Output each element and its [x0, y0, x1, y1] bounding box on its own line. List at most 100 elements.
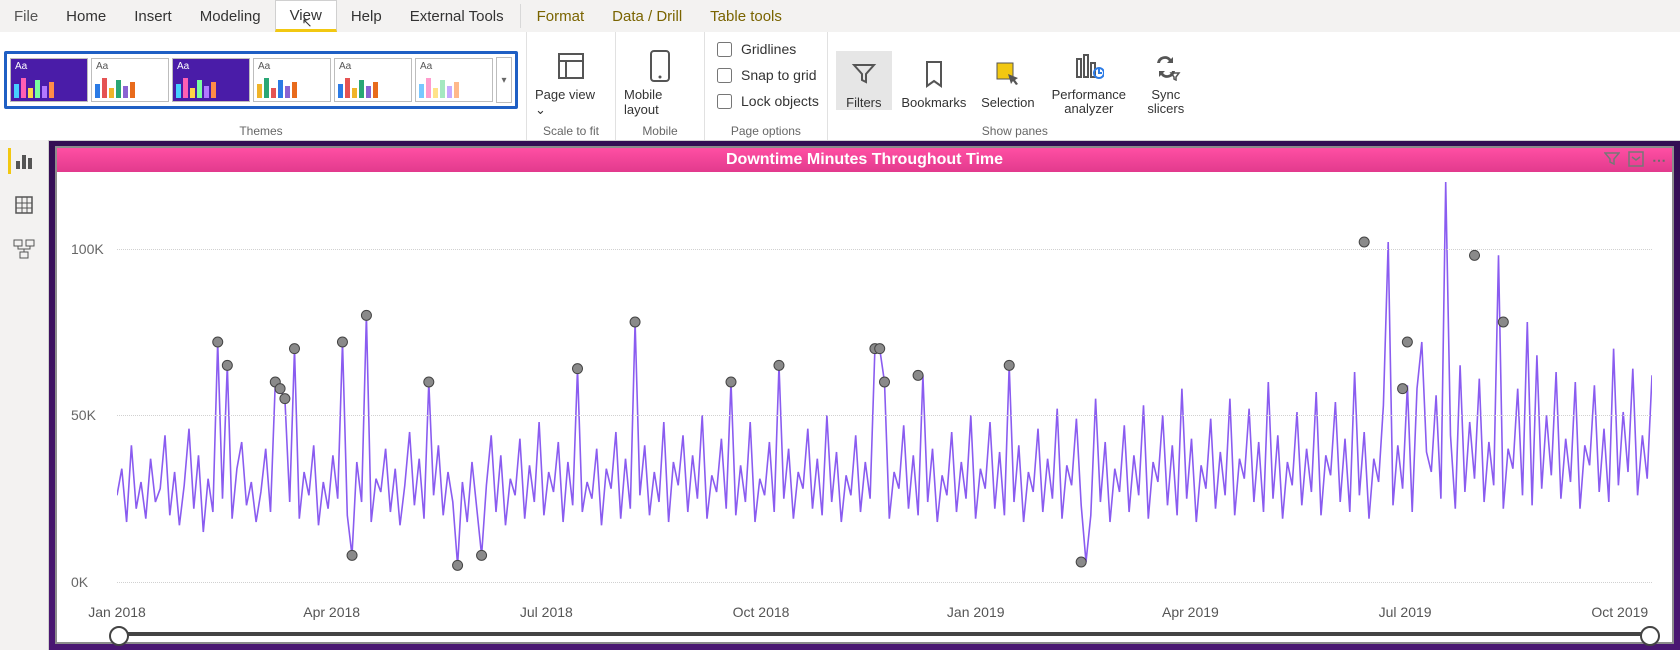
plot-area: 0K 50K 100K Jan 2018 Apr 2018 Jul 2018 Oct 201…	[57, 172, 1672, 642]
theme-bars-icon	[95, 76, 165, 98]
sync-slicers-button[interactable]: Sync slicers	[1138, 44, 1194, 117]
menu-help[interactable]: Help	[337, 0, 396, 32]
theme-tile-aa: Aa	[15, 61, 27, 72]
slider-knob-left[interactable]	[109, 626, 129, 646]
theme-tile-1[interactable]: Aa	[10, 58, 88, 102]
table-icon	[14, 195, 34, 215]
gridlines-label: Gridlines	[741, 41, 796, 57]
ribbon-group-mobile: Mobile layout Mobile	[616, 32, 705, 140]
x-tick-label: Jul 2018	[520, 604, 573, 620]
gridlines-checkbox[interactable]: Gridlines	[713, 36, 796, 62]
gridline	[117, 582, 1652, 583]
page-view-label: Page view ⌄	[535, 87, 607, 118]
menu-format[interactable]: Format	[523, 0, 599, 32]
theme-tile-aa: Aa	[258, 61, 270, 72]
themes-gallery: Aa Aa Aa Aa	[4, 51, 518, 109]
filter-icon	[851, 55, 877, 93]
model-icon	[13, 239, 35, 259]
gridline	[117, 249, 1652, 250]
y-tick-label: 50K	[71, 407, 96, 423]
x-tick-label: Jan 2019	[947, 604, 1005, 620]
menu-separator	[520, 4, 521, 28]
selection-label: Selection	[981, 95, 1034, 110]
theme-tile-3[interactable]: Aa	[172, 58, 250, 102]
theme-bars-icon	[419, 76, 489, 98]
report-view-button[interactable]	[8, 148, 37, 174]
menu-data-drill[interactable]: Data / Drill	[598, 0, 696, 32]
menu-modeling[interactable]: Modeling	[186, 0, 275, 32]
performance-analyzer-button[interactable]: Performance analyzer	[1046, 44, 1132, 117]
x-tick-label: Apr 2018	[303, 604, 360, 620]
snap-to-grid-checkbox[interactable]: Snap to grid	[713, 62, 817, 88]
menu-table-tools[interactable]: Table tools	[696, 0, 796, 32]
y-tick-label: 100K	[71, 241, 104, 257]
filters-label: Filters	[846, 95, 881, 110]
lock-objects-checkbox[interactable]: Lock objects	[713, 88, 819, 114]
menu-file[interactable]: File	[0, 0, 52, 32]
menu-home[interactable]: Home	[52, 0, 120, 32]
page-view-button[interactable]: Page view ⌄	[535, 43, 607, 118]
ribbon: Aa Aa Aa Aa	[0, 32, 1680, 141]
themes-dropdown[interactable]: ▾	[496, 57, 512, 103]
selection-pane-button[interactable]: Selection	[976, 51, 1040, 110]
x-tick-label: Apr 2019	[1162, 604, 1219, 620]
menu-external-tools[interactable]: External Tools	[396, 0, 518, 32]
ribbon-label-mobile: Mobile	[624, 124, 696, 138]
theme-tile-aa: Aa	[177, 61, 189, 72]
theme-tile-2[interactable]: Aa	[91, 58, 169, 102]
y-tick-label: 0K	[71, 574, 88, 590]
theme-bars-icon	[338, 76, 408, 98]
visual-header-tools: ⋯	[1604, 148, 1668, 172]
left-rail	[0, 140, 49, 650]
theme-tile-4[interactable]: Aa	[253, 58, 331, 102]
x-tick-label: Oct 2019	[1591, 604, 1648, 620]
line-chart-visual[interactable]: Downtime Minutes Throughout Time ⋯ 0K 50K…	[55, 146, 1674, 644]
ribbon-label-showpanes: Show panes	[836, 124, 1194, 138]
menu-view[interactable]: View ↖	[275, 0, 337, 32]
report-canvas[interactable]: Downtime Minutes Throughout Time ⋯ 0K 50K…	[49, 140, 1680, 650]
ribbon-group-page-options: Gridlines Snap to grid Lock objects Page…	[705, 32, 828, 140]
model-view-button[interactable]	[11, 236, 37, 262]
workspace: Downtime Minutes Throughout Time ⋯ 0K 50K…	[0, 140, 1680, 650]
ribbon-group-show-panes: Filters Bookmarks Selection Performance …	[828, 32, 1202, 140]
snap-label: Snap to grid	[741, 67, 817, 83]
visual-header: Downtime Minutes Throughout Time ⋯	[57, 148, 1672, 172]
theme-bars-icon	[257, 76, 327, 98]
selection-icon	[994, 55, 1022, 93]
performance-label: Performance analyzer	[1046, 88, 1132, 117]
visual-focus-icon[interactable]	[1628, 151, 1644, 170]
ribbon-label-scale: Scale to fit	[535, 124, 607, 138]
filters-pane-button[interactable]: Filters	[836, 51, 892, 110]
visual-filter-icon[interactable]	[1604, 151, 1620, 170]
x-tick-label: Jan 2018	[88, 604, 146, 620]
theme-tile-5[interactable]: Aa	[334, 58, 412, 102]
ribbon-label-themes: Themes	[4, 124, 518, 138]
visual-title: Downtime Minutes Throughout Time	[726, 151, 1003, 169]
theme-tile-6[interactable]: Aa	[415, 58, 493, 102]
menubar: File Home Insert Modeling View ↖ Help Ex…	[0, 0, 1680, 32]
theme-tile-aa: Aa	[96, 61, 108, 72]
bookmark-icon	[923, 55, 945, 93]
theme-bars-icon	[14, 76, 84, 98]
x-tick-label: Jul 2019	[1379, 604, 1432, 620]
cursor-icon: ↖	[302, 15, 313, 31]
line-series	[117, 182, 1652, 582]
page-view-icon	[556, 47, 586, 85]
theme-tile-aa: Aa	[339, 61, 351, 72]
gridline	[117, 415, 1652, 416]
mobile-layout-button[interactable]: Mobile layout	[624, 43, 696, 117]
mobile-icon	[649, 47, 671, 85]
sync-icon	[1151, 48, 1181, 86]
time-range-slider[interactable]	[117, 632, 1652, 636]
theme-tile-aa: Aa	[420, 61, 432, 72]
bookmarks-pane-button[interactable]: Bookmarks	[898, 51, 970, 110]
menu-insert[interactable]: Insert	[120, 0, 186, 32]
performance-icon	[1074, 48, 1104, 86]
data-view-button[interactable]	[11, 192, 37, 218]
theme-bars-icon	[176, 76, 246, 98]
slider-knob-right[interactable]	[1640, 626, 1660, 646]
visual-more-icon[interactable]: ⋯	[1652, 152, 1668, 169]
ribbon-label-pageoptions: Page options	[713, 124, 819, 138]
bookmarks-label: Bookmarks	[901, 95, 966, 110]
ribbon-group-scale: Page view ⌄ Scale to fit	[527, 32, 616, 140]
